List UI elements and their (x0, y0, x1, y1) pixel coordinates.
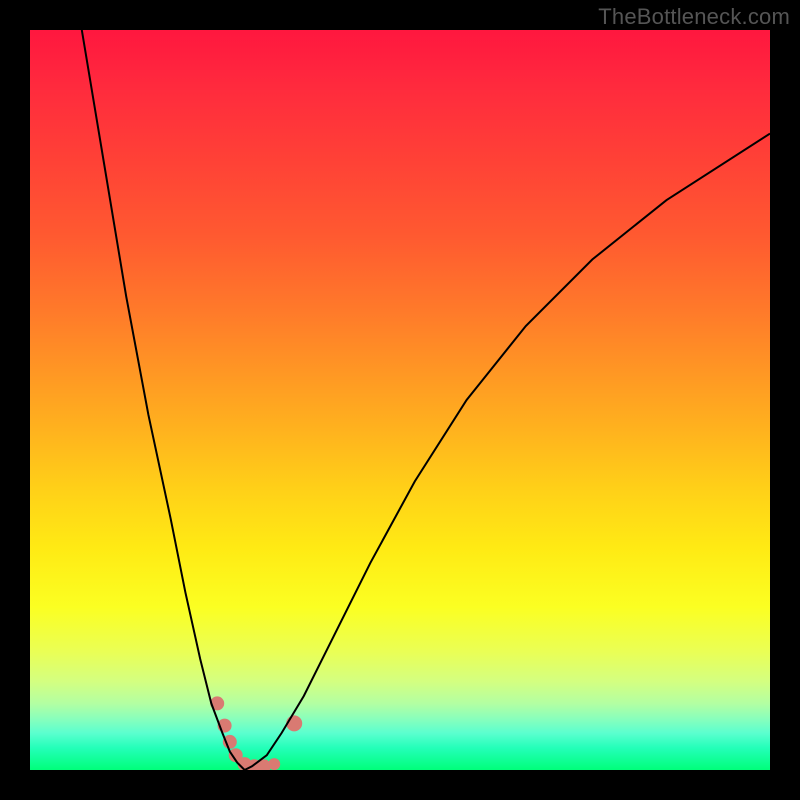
data-marker (268, 758, 280, 770)
chart-frame: TheBottleneck.com (0, 0, 800, 800)
marker-group (210, 696, 302, 770)
chart-svg (30, 30, 770, 770)
data-marker (286, 715, 302, 731)
curve-left (82, 30, 245, 770)
plot-area (30, 30, 770, 770)
watermark-text: TheBottleneck.com (598, 4, 790, 30)
curve-right (245, 134, 770, 770)
